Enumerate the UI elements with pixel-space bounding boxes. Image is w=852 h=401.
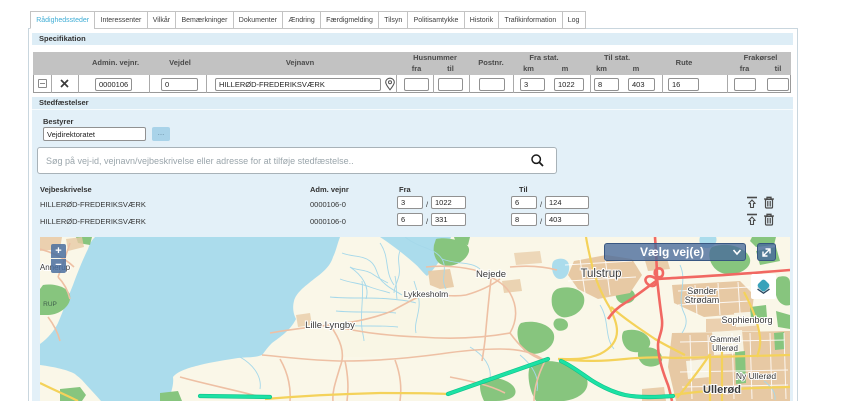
svg-text:Tulstrup: Tulstrup [580, 268, 621, 280]
svg-text:Ny Ullerød: Ny Ullerød [736, 371, 776, 381]
svg-text:Ullerød: Ullerød [703, 384, 741, 396]
svg-text:Ullerød: Ullerød [712, 344, 738, 353]
svg-text:Lykkesholm: Lykkesholm [404, 289, 449, 299]
svg-text:Sophienborg: Sophienborg [721, 315, 772, 325]
svg-text:RUP: RUP [43, 301, 57, 308]
svg-text:Nejede: Nejede [476, 269, 506, 280]
svg-text:Strødam: Strødam [685, 295, 720, 305]
svg-text:Lille Lyngby: Lille Lyngby [305, 320, 355, 331]
svg-text:Gammel: Gammel [710, 335, 740, 344]
